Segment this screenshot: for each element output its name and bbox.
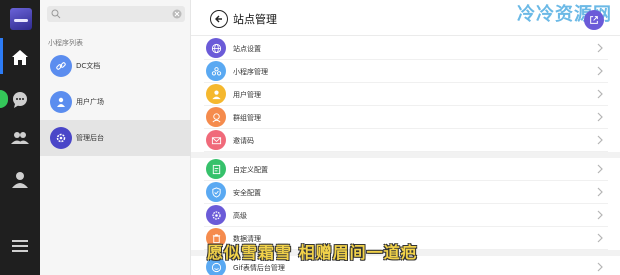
list-item-admin-console[interactable]: 管理后台: [40, 120, 191, 156]
list-section-title: 小程序列表: [48, 39, 83, 47]
contacts-icon[interactable]: [8, 126, 32, 150]
search-input[interactable]: [63, 6, 167, 22]
row-label: 小程序管理: [233, 68, 268, 76]
external-link-icon: [590, 16, 598, 24]
chevron-right-icon: [597, 262, 603, 272]
list-item-label: DC文档: [76, 62, 101, 70]
clear-icon[interactable]: [172, 9, 182, 19]
online-status-tab: [0, 90, 8, 108]
page-header: 站点管理 冷冷资源网: [191, 0, 620, 36]
list-item-user-plaza[interactable]: 用户广场: [40, 84, 191, 120]
row-label: 邀请码: [233, 137, 254, 145]
row-label: 用户管理: [233, 91, 261, 99]
chevron-right-icon: [597, 233, 603, 243]
doc-icon: [206, 159, 226, 179]
settings-row-custom-config[interactable]: 自定义配置: [204, 158, 608, 181]
list-item-label: 管理后台: [76, 134, 104, 142]
chevron-right-icon: [597, 164, 603, 174]
mail-icon: [206, 130, 226, 150]
group-icon: [206, 107, 226, 127]
settings-icon: [50, 127, 72, 149]
nav-rail: [0, 0, 40, 275]
chevron-right-icon: [597, 43, 603, 53]
chevron-right-icon: [597, 89, 603, 99]
home-icon[interactable]: [8, 46, 32, 70]
user-icon[interactable]: [8, 168, 32, 192]
list-item-label: 用户广场: [76, 98, 104, 106]
video-subtitle-overlay: 愿似雪霜雪 相赠眉间一道疤: [207, 243, 418, 262]
arrow-left-icon: [215, 15, 222, 23]
user-icon: [206, 84, 226, 104]
mini-program-list-panel: 小程序列表 DC文档 用户广场 管理后台: [40, 0, 191, 275]
chevron-right-icon: [597, 210, 603, 220]
chevron-right-icon: [597, 187, 603, 197]
gear-icon: [206, 205, 226, 225]
settings-row-advanced[interactable]: 高级: [204, 204, 608, 227]
row-label: 高级: [233, 212, 247, 220]
row-label: Gif表情后台管理: [233, 264, 285, 272]
open-external-button[interactable]: [584, 10, 604, 30]
settings-row-security-config[interactable]: 安全配置: [204, 181, 608, 204]
person-icon: [50, 91, 72, 113]
menu-icon[interactable]: [8, 234, 32, 258]
search-icon: [51, 9, 61, 19]
chat-icon[interactable]: [8, 88, 32, 112]
globe-icon: [206, 38, 226, 58]
back-button[interactable]: [210, 10, 228, 28]
row-label: 群组管理: [233, 114, 261, 122]
settings-row-mini-program-management[interactable]: 小程序管理: [204, 60, 608, 83]
row-label: 站点设置: [233, 45, 261, 53]
app-window: 小程序列表 DC文档 用户广场 管理后台 站点管理 冷冷资源网 站点设置 小程序…: [0, 0, 620, 275]
settings-row-user-management[interactable]: 用户管理: [204, 83, 608, 106]
settings-row-invite-code[interactable]: 邀请码: [204, 129, 608, 152]
link-icon: [50, 55, 72, 77]
page-title: 站点管理: [233, 13, 277, 26]
apps-icon: [206, 61, 226, 81]
search-box: [47, 6, 185, 22]
settings-row-group-management[interactable]: 群组管理: [204, 106, 608, 129]
site-management-panel: 站点管理 冷冷资源网 站点设置 小程序管理 用户管理 群组管理 邀请码 自定义配…: [191, 0, 620, 275]
chevron-right-icon: [597, 135, 603, 145]
row-label: 自定义配置: [233, 166, 268, 174]
settings-row-site-settings[interactable]: 站点设置: [204, 37, 608, 60]
list-item-dc-docs[interactable]: DC文档: [40, 48, 191, 84]
row-label: 安全配置: [233, 189, 261, 197]
shield-icon: [206, 182, 226, 202]
chevron-right-icon: [597, 66, 603, 76]
chevron-right-icon: [597, 112, 603, 122]
active-indicator: [0, 38, 3, 74]
app-logo[interactable]: [10, 8, 32, 30]
